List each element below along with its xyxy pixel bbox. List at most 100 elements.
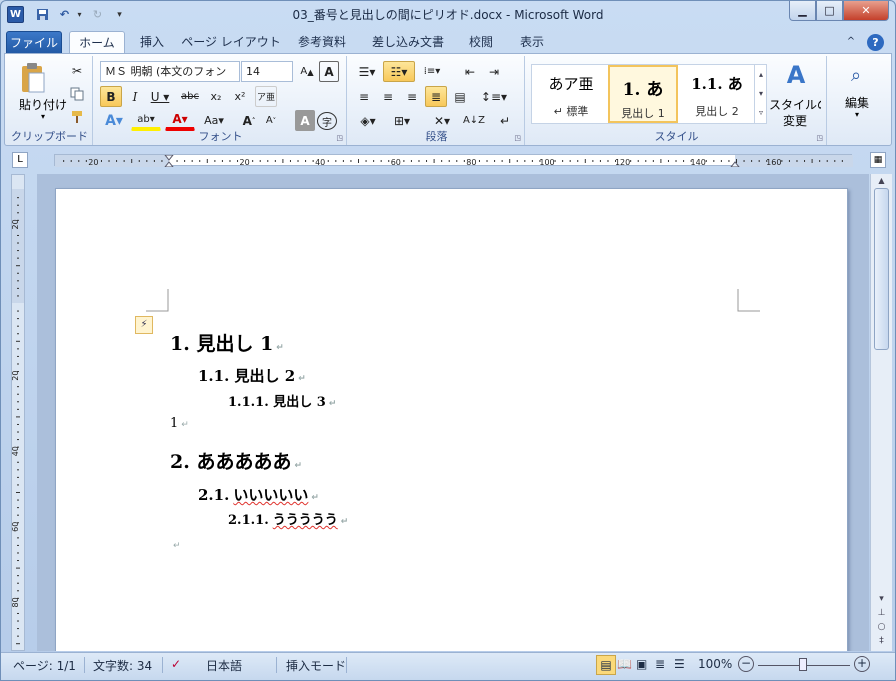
full-screen-reading-view-icon[interactable]: 📖: [617, 657, 632, 671]
change-styles-icon[interactable]: A: [773, 60, 819, 90]
font-name-combobox[interactable]: ＭＳ 明朝 (本文のフォン: [100, 61, 240, 82]
find-binoculars-icon[interactable]: ⌕: [839, 60, 873, 90]
doc-line[interactable]: 1.1.1. 見出し 3 ↵: [228, 391, 336, 410]
bullets-icon[interactable]: ☰▾: [353, 61, 381, 82]
maximize-button[interactable]: □: [816, 1, 843, 21]
status-language[interactable]: 日本語: [206, 657, 242, 674]
font-dialog-launcher-icon[interactable]: ◳: [336, 134, 343, 142]
document-page[interactable]: ⚡ 1. 見出し 1 ↵ 1.1. 見出し 2 ↵ 1.1.1. 見出し 3 ↵ 1 ↵ 2. …: [55, 188, 848, 651]
zoom-level[interactable]: 100%: [698, 657, 732, 671]
doc-line[interactable]: 2.1.1. ううううう ↵: [228, 509, 348, 528]
ruler-tick: [720, 160, 722, 162]
help-icon[interactable]: ?: [867, 34, 884, 51]
multilevel-list-icon[interactable]: ⁞≡▾: [417, 61, 447, 82]
paste-button-label[interactable]: 貼り付け: [19, 96, 67, 113]
style-normal[interactable]: あア亜 ↵ 標準: [536, 65, 606, 123]
strikethrough-button[interactable]: abc: [177, 86, 203, 107]
status-word-count[interactable]: 文字数: 34: [93, 657, 152, 674]
tab-insert[interactable]: 挿入: [131, 31, 173, 54]
change-styles-label[interactable]: スタイルの変更: [769, 98, 821, 113]
doc-line[interactable]: 2.1. いいいいい ↵: [198, 484, 319, 505]
styles-gallery-scroll[interactable]: ▴ ▾ ▿: [754, 65, 767, 123]
italic-button[interactable]: I: [125, 86, 145, 107]
style-heading-1[interactable]: 1. あ見出し 1: [608, 65, 678, 123]
tab-view[interactable]: 表示: [511, 31, 553, 54]
paste-dropdown-icon[interactable]: ▾: [41, 112, 45, 121]
increase-indent-icon[interactable]: ⇥: [483, 61, 505, 82]
minimize-ribbon-icon[interactable]: ^: [843, 31, 859, 54]
scroll-up-icon[interactable]: ▲: [874, 176, 889, 186]
tab-mailings[interactable]: 差し込み文書: [364, 31, 452, 54]
cut-icon[interactable]: ✂: [67, 60, 87, 81]
tab-review[interactable]: 校閲: [460, 31, 502, 54]
editing-dropdown-icon[interactable]: ▾: [829, 110, 885, 119]
web-layout-view-icon[interactable]: ▣: [636, 657, 647, 671]
subscript-button[interactable]: x₂: [205, 86, 227, 107]
style-heading-2[interactable]: 1.1. あ見出し 2: [682, 65, 752, 123]
status-page[interactable]: ページ: 1/1: [13, 657, 76, 674]
clear-format-icon[interactable]: A: [319, 61, 339, 82]
tab-home[interactable]: ホーム: [69, 31, 125, 55]
outline-view-icon[interactable]: ≣: [655, 657, 665, 671]
ruler-tick: [17, 212, 19, 214]
styles-dialog-launcher-icon[interactable]: ◳: [816, 134, 823, 142]
paragraph-dialog-launcher-icon[interactable]: ◳: [514, 134, 521, 142]
doc-line[interactable]: 1.1. 見出し 2 ↵: [198, 365, 306, 386]
ruler-tick: [365, 160, 367, 162]
tab-page-layout[interactable]: ページ レイアウト: [181, 31, 281, 54]
draft-view-icon[interactable]: ☰: [674, 657, 685, 671]
decrease-indent-icon[interactable]: ⇤: [459, 61, 481, 82]
minimize-button[interactable]: ▁: [789, 1, 816, 21]
font-size-combobox[interactable]: 14: [241, 61, 293, 82]
ruler-tick: [17, 204, 19, 206]
ruler-tick: [85, 160, 87, 162]
numbering-icon[interactable]: ☷▾: [383, 61, 415, 82]
copy-icon[interactable]: [67, 83, 87, 104]
superscript-button[interactable]: x²: [229, 86, 251, 107]
tab-file[interactable]: ファイル: [6, 31, 62, 54]
line-spacing-icon[interactable]: ↕≡▾: [479, 86, 509, 107]
tab-references[interactable]: 参考資料: [288, 31, 356, 54]
ruler-tick: [17, 242, 19, 244]
status-insert-mode[interactable]: 挿入モード: [286, 657, 346, 674]
distributed-icon[interactable]: ▤: [449, 86, 471, 107]
print-layout-view-icon[interactable]: ▤: [596, 655, 616, 675]
vertical-ruler[interactable]: 20 20 40 60 80: [11, 174, 25, 651]
tab-selector-icon[interactable]: L: [12, 152, 28, 168]
ruler-tick: [342, 160, 344, 162]
align-left-icon[interactable]: ≡: [353, 86, 375, 107]
phonetic-guide-icon[interactable]: ア亜: [255, 86, 277, 107]
change-styles-label-2[interactable]: 変更: [769, 112, 821, 129]
browse-object-controls[interactable]: ▾ ⊥ ○ ‡: [874, 592, 889, 648]
ruler-tick: [267, 160, 269, 162]
doc-line[interactable]: 1. 見出し 1 ↵: [170, 329, 284, 356]
vertical-scrollbar[interactable]: ▲ ▾ ⊥ ○ ‡: [870, 174, 892, 651]
bold-button[interactable]: B: [100, 86, 122, 107]
doc-line[interactable]: ↵: [170, 537, 181, 552]
ruler-tick: [501, 160, 503, 162]
autocorrect-options-icon[interactable]: ⚡: [135, 316, 153, 334]
align-right-icon[interactable]: ≡: [401, 86, 423, 107]
scroll-thumb[interactable]: [874, 188, 889, 350]
ruler-tick: [17, 439, 19, 441]
ruler-tick: [804, 160, 806, 162]
proofing-icon[interactable]: ✓: [171, 657, 181, 671]
align-center-icon[interactable]: ≡: [377, 86, 399, 107]
ruler-tick: [17, 423, 19, 425]
view-ruler-icon[interactable]: ▦: [870, 152, 886, 168]
format-painter-icon[interactable]: [67, 106, 87, 127]
zoom-slider-thumb[interactable]: [799, 658, 807, 671]
zoom-in-icon[interactable]: +: [854, 656, 870, 672]
ruler-tick: [17, 635, 19, 637]
editing-button-label[interactable]: 編集: [829, 94, 885, 111]
close-button[interactable]: ✕: [843, 1, 889, 21]
zoom-out-icon[interactable]: −: [738, 656, 754, 672]
ruler-tick: [418, 160, 420, 162]
doc-line[interactable]: 2. あああああ ↵: [170, 447, 302, 474]
doc-line[interactable]: 1 ↵: [170, 416, 189, 431]
horizontal-ruler[interactable]: 20 20 40 60 80 100 120 140 160: [54, 154, 853, 168]
paste-icon[interactable]: [15, 60, 51, 96]
underline-button[interactable]: U ▾: [147, 86, 173, 107]
grow-font-icon[interactable]: A ▲: [297, 61, 317, 82]
justify-icon[interactable]: ≣: [425, 86, 447, 107]
